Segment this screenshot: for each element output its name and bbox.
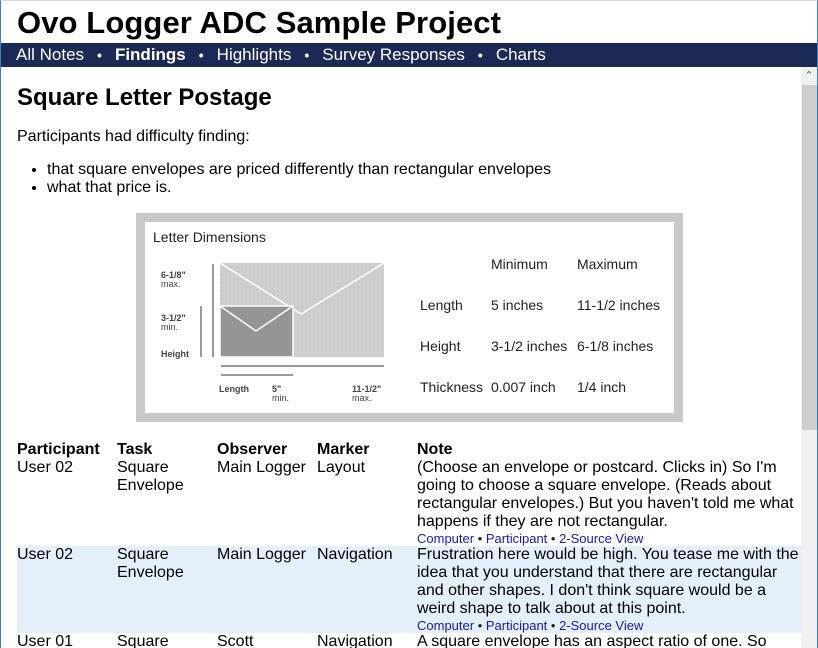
nav-all-notes[interactable]: All Notes bbox=[16, 45, 84, 64]
cell-task: Square Envelope bbox=[117, 546, 217, 633]
dim-cell: 0.007 inch bbox=[491, 379, 556, 395]
scroll-thumb[interactable] bbox=[802, 85, 817, 430]
nav-separator: • bbox=[477, 47, 483, 63]
note-links: Computer • Participant • 2-Source View bbox=[417, 531, 644, 546]
link-computer[interactable]: Computer bbox=[417, 531, 474, 546]
cell-observer: Main Logger bbox=[217, 546, 317, 633]
app-title: Ovo Logger ADC Sample Project bbox=[17, 5, 502, 40]
nav-charts[interactable]: Charts bbox=[496, 45, 546, 64]
note-links: Computer • Participant • 2-Source View bbox=[417, 618, 644, 633]
dim-cell: 3-1/2 inches bbox=[491, 338, 568, 354]
app-window: Ovo Logger ADC Sample Project All Notes •… bbox=[0, 0, 818, 648]
finding-bullet: that square envelopes are priced differe… bbox=[47, 161, 551, 179]
cell-task: Square Envelope bbox=[117, 459, 184, 494]
main-nav: All Notes • Findings • Highlights • Survey Res… bbox=[1, 43, 817, 67]
nav-separator: • bbox=[198, 47, 204, 63]
dim-header: Maximum bbox=[577, 256, 638, 272]
link-computer[interactable]: Computer bbox=[417, 618, 474, 633]
figure-panel: Letter Dimensions 6-1/8" max. 3-1/2" min… bbox=[145, 222, 674, 413]
cell-observer: Scott bbox=[217, 633, 254, 648]
finding-intro: Participants had difficulty finding: bbox=[17, 128, 250, 145]
dim-row-label: Length bbox=[420, 297, 463, 313]
header-marker: Marker bbox=[317, 441, 370, 458]
note-text: A square envelope has an aspect ratio of… bbox=[417, 633, 767, 648]
cell-note: A square envelope has an aspect ratio of… bbox=[417, 633, 801, 648]
nav-separator: • bbox=[304, 47, 310, 63]
header-observer: Observer bbox=[217, 441, 288, 458]
scroll-up-arrow-icon[interactable]: ⌃ bbox=[801, 67, 817, 84]
dim-cell: 6-1/8 inches bbox=[577, 338, 654, 354]
dim-header: Minimum bbox=[491, 256, 548, 272]
notes-table: Participant Task Observer Marker Note Us… bbox=[17, 441, 801, 648]
notes-header-row: Participant Task Observer Marker Note bbox=[17, 441, 801, 459]
dim-row-label: Thickness bbox=[420, 379, 484, 395]
letter-dimensions-figure: Letter Dimensions 6-1/8" max. 3-1/2" min… bbox=[136, 213, 683, 422]
content-area: Square Letter Postage Participants had d… bbox=[1, 67, 801, 648]
dim-cell: 5 inches bbox=[491, 297, 544, 313]
finding-title: Square Letter Postage bbox=[17, 84, 272, 111]
nav-survey-responses[interactable]: Survey Responses bbox=[322, 45, 465, 64]
cell-task: Square bbox=[117, 633, 169, 648]
envelope-diagram: 6-1/8" max. 3-1/2" min. Height Length 5"… bbox=[161, 262, 385, 403]
nav-highlights[interactable]: Highlights bbox=[217, 45, 292, 64]
diagram-label: max. bbox=[161, 279, 181, 289]
finding-bullet: what that price is. bbox=[47, 179, 551, 197]
vertical-scrollbar[interactable]: ⌃ bbox=[801, 67, 817, 648]
cell-note: Frustration here would be high. You teas… bbox=[417, 546, 801, 633]
link-2-source-view[interactable]: 2-Source View bbox=[559, 618, 643, 633]
diagram-label: Height bbox=[161, 349, 189, 359]
diagram-label: Length bbox=[219, 384, 249, 394]
note-text: (Choose an envelope or postcard. Clicks … bbox=[417, 459, 794, 530]
nav-separator: • bbox=[97, 47, 102, 63]
diagram-label: max. bbox=[352, 393, 372, 403]
cell-participant: User 01 bbox=[17, 633, 74, 648]
cell-participant: User 02 bbox=[17, 546, 117, 633]
cell-marker: Layout bbox=[317, 459, 366, 476]
diagram-label: min. bbox=[272, 393, 289, 403]
table-row: User 01 Square Scott Navigation A square… bbox=[17, 633, 801, 648]
link-2-source-view[interactable]: 2-Source View bbox=[559, 531, 643, 546]
note-text: Frustration here would be high. You teas… bbox=[417, 546, 799, 617]
diagram-label: min. bbox=[161, 322, 178, 332]
cell-marker: Navigation bbox=[317, 633, 393, 648]
cell-participant: User 02 bbox=[17, 459, 74, 476]
header-task: Task bbox=[117, 441, 153, 458]
dim-row-label: Height bbox=[420, 338, 461, 354]
cell-note: (Choose an envelope or postcard. Clicks … bbox=[417, 459, 801, 546]
table-row: User 02 Square Envelope Main Logger Navi… bbox=[17, 546, 801, 633]
dim-cell: 1/4 inch bbox=[577, 379, 627, 395]
dim-cell: 11-1/2 inches bbox=[577, 297, 661, 313]
header-participant: Participant bbox=[17, 441, 100, 458]
link-participant[interactable]: Participant bbox=[486, 531, 547, 546]
nav-findings[interactable]: Findings bbox=[115, 45, 186, 64]
finding-bullets: that square envelopes are priced differe… bbox=[17, 161, 551, 197]
cell-marker: Navigation bbox=[317, 546, 417, 633]
link-participant[interactable]: Participant bbox=[486, 618, 547, 633]
table-row: User 02 Square Envelope Main Logger Layo… bbox=[17, 459, 801, 546]
header-note: Note bbox=[417, 441, 453, 458]
cell-observer: Main Logger bbox=[217, 459, 306, 476]
